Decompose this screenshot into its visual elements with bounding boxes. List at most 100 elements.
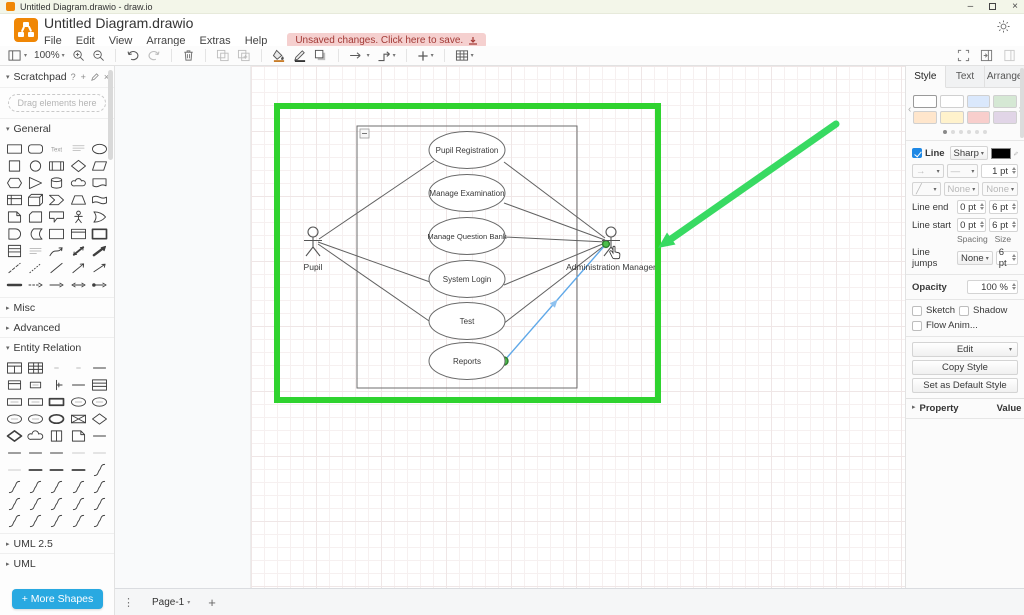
shape-or[interactable] <box>89 208 110 225</box>
shape-er-hline[interactable] <box>4 444 25 461</box>
style-preset-swatch[interactable] <box>967 111 991 124</box>
waypoint-none-dropdown[interactable]: None▾ <box>944 182 980 196</box>
shape-er-label-rect[interactable] <box>25 393 46 410</box>
shape-diag-arrow[interactable] <box>68 259 89 276</box>
usecase-reports[interactable]: Reports <box>429 343 505 380</box>
shape-curve[interactable] <box>46 242 67 259</box>
shape-er-ellipse-label[interactable] <box>89 393 110 410</box>
page-dot[interactable] <box>951 130 955 134</box>
shape-textbox[interactable] <box>68 140 89 157</box>
edge-pupil-systemlogin[interactable] <box>318 242 430 282</box>
style-preset-swatch[interactable] <box>967 95 991 108</box>
shape-circle[interactable] <box>25 157 46 174</box>
zoom-out-button[interactable] <box>92 49 105 62</box>
shape-triangle[interactable] <box>25 174 46 191</box>
style-preset-swatch[interactable] <box>993 95 1017 108</box>
shape-hexagon[interactable] <box>4 174 25 191</box>
line-jumps-size-spinner[interactable]: 6 pt <box>996 251 1018 265</box>
maximize-button[interactable] <box>989 3 996 10</box>
collapse-toggle-icon[interactable] <box>360 129 369 138</box>
usecase-test[interactable]: Test <box>429 303 505 340</box>
scratchpad-help-icon[interactable]: ? <box>71 72 76 82</box>
shape-er-scurve[interactable] <box>25 495 46 512</box>
line-start-spacing-spinner[interactable]: 0 pt <box>957 218 986 232</box>
usecase-manage-question-bank[interactable]: Manage Question Bank <box>427 218 507 255</box>
fill-color-button[interactable] <box>272 49 286 62</box>
page-tab[interactable]: Page-1 ▾ <box>144 594 198 611</box>
shape-er-scurve[interactable] <box>89 461 110 478</box>
usecase-manage-examination[interactable]: Manage Examination <box>429 175 505 212</box>
shape-card[interactable] <box>25 208 46 225</box>
drawing-canvas[interactable]: Pupil Registration Manage Examination Ma… <box>115 66 905 588</box>
shape-er-scurve[interactable] <box>89 478 110 495</box>
duplicate-button[interactable] <box>237 49 251 62</box>
shape-parallelogram[interactable] <box>89 157 110 174</box>
shape-er-scurve[interactable] <box>46 495 67 512</box>
shape-er-scurve[interactable] <box>25 478 46 495</box>
shape-arrow-dot[interactable] <box>89 276 110 293</box>
shape-ellipse[interactable] <box>89 140 110 157</box>
line-end-size-spinner[interactable]: 6 pt <box>989 200 1018 214</box>
line-jumps-dropdown[interactable]: None▾ <box>957 251 993 265</box>
shape-er-diamond-bold[interactable] <box>4 427 25 444</box>
shape-er-table-small[interactable] <box>4 376 25 393</box>
edge-admin-examination[interactable] <box>504 203 605 240</box>
menu-edit[interactable]: Edit <box>76 35 95 47</box>
presets-prev-icon[interactable]: ‹ <box>908 104 911 115</box>
selected-edge-reports-admin[interactable] <box>500 241 609 365</box>
shape-er-hline-bold[interactable] <box>25 461 46 478</box>
shape-document[interactable] <box>89 174 110 191</box>
format-panel-toggle-button[interactable] <box>1003 49 1016 62</box>
style-preset-swatch[interactable] <box>940 111 964 124</box>
shape-er-hline-faint[interactable] <box>68 444 89 461</box>
section-advanced[interactable]: ▸Advanced <box>0 317 114 337</box>
line-style-dropdown[interactable]: Sharp▾ <box>950 146 988 160</box>
shape-container-title[interactable] <box>68 225 89 242</box>
shape-er-scurve[interactable] <box>68 478 89 495</box>
sketch-checkbox[interactable] <box>912 306 922 316</box>
edge-pupil-registration[interactable] <box>319 161 434 239</box>
usecase-system-login[interactable]: System Login <box>429 261 505 298</box>
close-button[interactable]: × <box>1012 2 1018 12</box>
shape-er-scurve[interactable] <box>68 512 89 529</box>
style-preset-swatch[interactable] <box>913 111 937 124</box>
shape-er-label-rect[interactable] <box>4 393 25 410</box>
actor-pupil[interactable]: Pupil <box>304 227 323 272</box>
flow-animation-checkbox[interactable] <box>912 321 922 331</box>
shape-arrow-thick[interactable] <box>89 242 110 259</box>
shape-er-scurve[interactable] <box>25 512 46 529</box>
copy-style-button[interactable]: Copy Style <box>912 360 1018 375</box>
shape-data-storage[interactable] <box>25 225 46 242</box>
menu-arrange[interactable]: Arrange <box>146 35 185 47</box>
shape-diamond[interactable] <box>68 157 89 174</box>
shape-text-lines[interactable] <box>25 242 46 259</box>
line-width-spinner[interactable]: 1 pt <box>981 164 1018 178</box>
edge-admin-test[interactable] <box>503 245 605 324</box>
shape-er-ellipse-label[interactable] <box>25 410 46 427</box>
shape-container-bold[interactable] <box>89 225 110 242</box>
shadow-checkbox[interactable] <box>959 306 969 316</box>
shape-cloud[interactable] <box>68 174 89 191</box>
section-misc[interactable]: ▸Misc <box>0 297 114 317</box>
scratchpad-header[interactable]: ▾ Scratchpad ? + × <box>0 66 114 88</box>
shape-er-scurve[interactable] <box>46 478 67 495</box>
shape-er-hline-bold[interactable] <box>46 461 67 478</box>
shape-er-hline-faint[interactable] <box>4 461 25 478</box>
shape-dashed-line[interactable] <box>4 259 25 276</box>
theme-toggle-icon[interactable] <box>997 20 1010 38</box>
style-preset-swatch[interactable] <box>993 111 1017 124</box>
zoom-level-dropdown[interactable]: 100%▾ <box>34 50 65 61</box>
shape-rectangle[interactable] <box>4 140 25 157</box>
shape-cube[interactable] <box>25 191 46 208</box>
shape-er-hline[interactable] <box>89 359 110 376</box>
add-page-button[interactable]: + <box>208 595 216 610</box>
waypoint-style-dropdown[interactable]: ▾ <box>377 50 396 62</box>
scratchpad-add-icon[interactable]: + <box>81 72 86 82</box>
edit-style-button[interactable]: Edit▾ <box>912 342 1018 357</box>
shape-dotted-arrow[interactable] <box>25 276 46 293</box>
shape-actor[interactable] <box>68 208 89 225</box>
shape-cylinder[interactable] <box>46 174 67 191</box>
edge-admin-registration[interactable] <box>504 162 605 238</box>
page-dot[interactable] <box>967 130 971 134</box>
pages-menu-icon[interactable]: ⋮ <box>123 596 134 609</box>
